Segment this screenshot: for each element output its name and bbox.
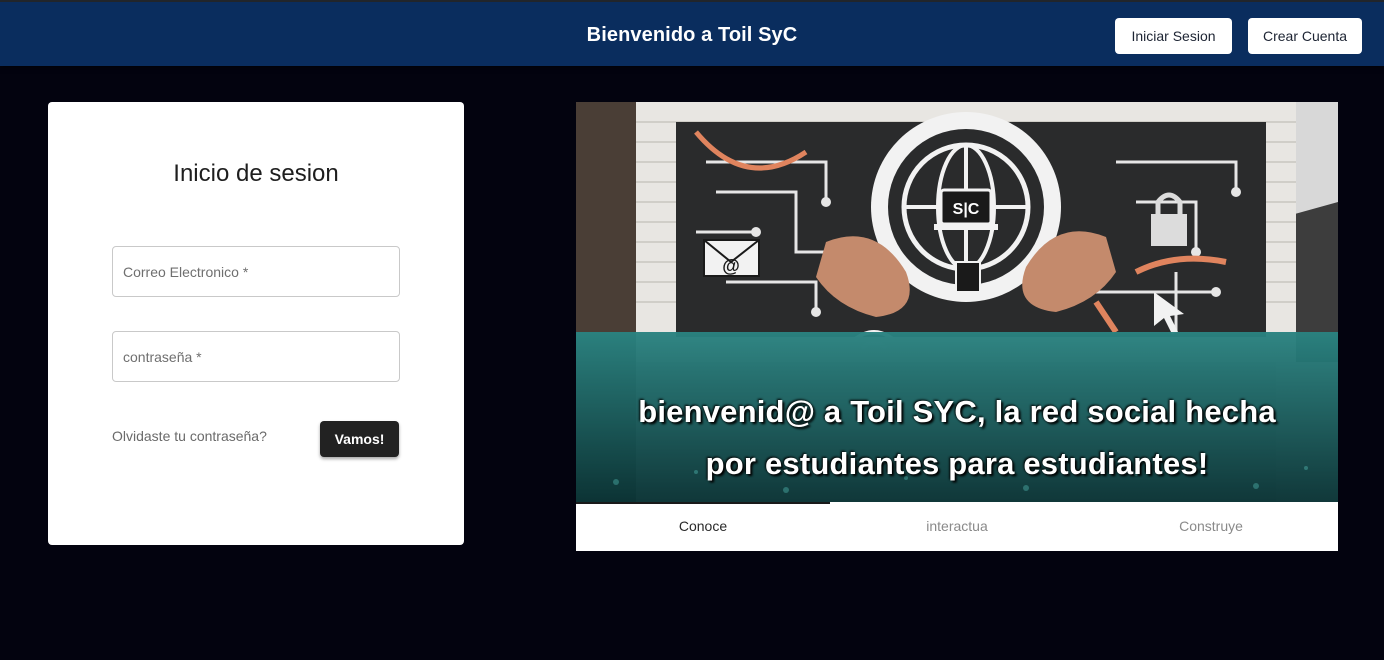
password-input[interactable] xyxy=(113,332,399,381)
welcome-carousel: S|C @ bienvenid@ a Toil SYC, la red soci… xyxy=(576,102,1338,551)
email-field[interactable] xyxy=(112,246,400,297)
carousel-slide: S|C @ bienvenid@ a Toil SYC, la red soci… xyxy=(576,102,1338,502)
tab-conoce[interactable]: Conoce xyxy=(576,502,830,551)
submit-button[interactable]: Vamos! xyxy=(320,421,399,457)
password-field[interactable] xyxy=(112,331,400,382)
email-input[interactable] xyxy=(113,247,399,296)
signup-button[interactable]: Crear Cuenta xyxy=(1248,18,1362,54)
login-title: Inicio de sesion xyxy=(173,160,339,187)
top-bar: Bienvenido a Toil SyC Iniciar Sesion Cre… xyxy=(0,0,1384,66)
carousel-tabs: Conoce interactua Construye xyxy=(576,502,1338,551)
login-button[interactable]: Iniciar Sesion xyxy=(1115,18,1232,54)
tab-construye[interactable]: Construye xyxy=(1084,502,1338,551)
forgot-password-link[interactable]: Olvidaste tu contraseña? xyxy=(112,428,267,444)
svg-text:@: @ xyxy=(722,256,740,276)
login-card: Inicio de sesion Olvidaste tu contraseña… xyxy=(48,102,464,545)
carousel-caption-line2: por estudiantes para estudiantes! xyxy=(705,446,1209,481)
carousel-caption-line1: bienvenid@ a Toil SYC, la red social hec… xyxy=(638,394,1276,429)
tab-interactua[interactable]: interactua xyxy=(830,502,1084,551)
mural-image: S|C @ xyxy=(576,102,1338,502)
mural-logo-text: S|C xyxy=(953,201,980,218)
